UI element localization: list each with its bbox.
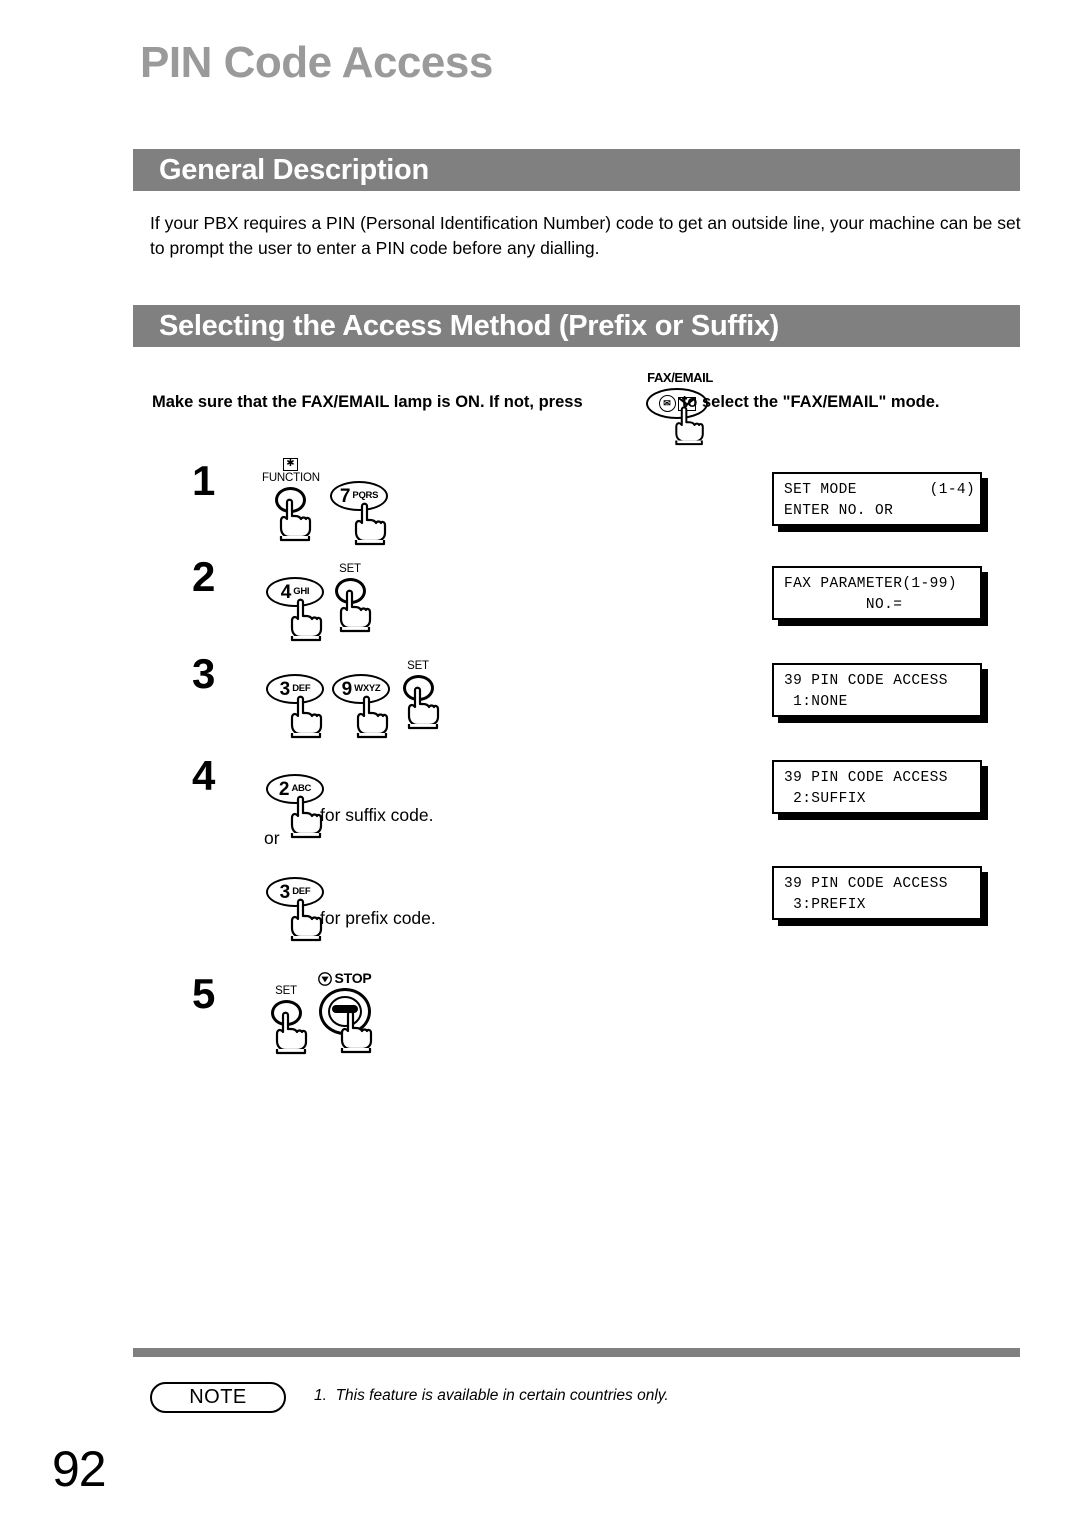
- note-badge-label: NOTE: [189, 1386, 247, 1408]
- stop-key[interactable]: STOP: [308, 970, 382, 1056]
- lcd-line-2: NO.=: [784, 597, 903, 613]
- fax-email-key[interactable]: FAX/EMAIL ✉: [630, 370, 730, 446]
- lcd-line-1: 39 PIN CODE ACCESS: [784, 673, 948, 689]
- stop-triangle-icon: [318, 972, 333, 987]
- step-number-4: 4: [192, 752, 216, 799]
- function-key-label: FUNCTION: [262, 472, 320, 484]
- key-3-def[interactable]: 3 DEF: [266, 665, 324, 739]
- suffix-caption: for suffix code.: [320, 805, 434, 825]
- lcd-line-2: 2:SUFFIX: [784, 791, 866, 807]
- lcd-display-step3: 39 PIN CODE ACCESS 1:NONE: [772, 663, 982, 717]
- lcd-display-step4-prefix: 39 PIN CODE ACCESS 3:PREFIX: [772, 866, 982, 920]
- pointing-hand-icon: [675, 406, 704, 446]
- note-item: 1. This feature is available in certain …: [314, 1387, 669, 1405]
- lcd-display-step2: FAX PARAMETER(1-99) NO.=: [772, 566, 982, 620]
- stop-key-label: STOP: [308, 970, 382, 987]
- intro-instruction: Make sure that the FAX/EMAIL lamp is ON.…: [152, 393, 940, 412]
- intro-text-before: Make sure that the FAX/EMAIL lamp is ON.…: [152, 393, 583, 412]
- lcd-line-2: 1:NONE: [784, 694, 848, 710]
- section-header-label: General Description: [159, 153, 429, 186]
- asterisk-icon: ✱: [283, 458, 298, 471]
- key-7-pqrs[interactable]: 7 PQRS: [330, 472, 388, 546]
- pointing-hand-icon: [339, 589, 372, 633]
- section-header-selecting-access-method: Selecting the Access Method (Prefix or S…: [133, 305, 1020, 347]
- page-number: 92: [52, 1441, 107, 1497]
- step-number-5: 5: [192, 970, 216, 1017]
- or-separator: or: [264, 828, 280, 848]
- pointing-hand-icon: [290, 695, 323, 739]
- stop-key-text: STOP: [334, 970, 372, 986]
- section-header-label: Selecting the Access Method (Prefix or S…: [159, 309, 780, 342]
- set-key[interactable]: SET: [258, 985, 314, 1059]
- set-key-label: SET: [339, 563, 361, 575]
- pointing-hand-icon: [340, 1010, 373, 1054]
- stop-key-bar: [332, 1005, 358, 1013]
- note-badge: NOTE: [150, 1382, 286, 1413]
- step-number-1: 1: [192, 457, 216, 504]
- key-9-wxyz[interactable]: 9 WXYZ: [332, 665, 390, 739]
- page-title: PIN Code Access: [140, 38, 493, 87]
- set-key-label: SET: [407, 660, 429, 672]
- lcd-display-step1: SET MODE (1-4) ENTER NO. OR: [772, 472, 982, 526]
- lcd-line-2: 3:PREFIX: [784, 897, 866, 913]
- lcd-line-1: FAX PARAMETER(1-99): [784, 576, 957, 592]
- section-header-general-description: General Description: [133, 149, 1020, 191]
- key-4-ghi[interactable]: 4 GHI: [266, 568, 324, 642]
- lcd-line-2: ENTER NO. OR: [784, 503, 894, 519]
- prefix-caption: for prefix code.: [320, 908, 436, 928]
- function-key[interactable]: ✱ FUNCTION: [262, 458, 320, 546]
- lcd-display-step4-suffix: 39 PIN CODE ACCESS 2:SUFFIX: [772, 760, 982, 814]
- step-number-3: 3: [192, 650, 216, 697]
- lcd-line-1: SET MODE (1-4): [784, 482, 976, 498]
- set-key[interactable]: SET: [390, 660, 446, 734]
- key-3-def[interactable]: 3 DEF: [266, 868, 324, 942]
- footer-divider: [133, 1348, 1020, 1357]
- note-item-text: This feature is available in certain cou…: [335, 1387, 669, 1404]
- pointing-hand-icon: [354, 502, 387, 546]
- lcd-line-1: 39 PIN CODE ACCESS: [784, 876, 948, 892]
- step-number-2: 2: [192, 553, 216, 600]
- lcd-line-1: 39 PIN CODE ACCESS: [784, 770, 948, 786]
- fax-email-key-label: FAX/EMAIL: [647, 370, 713, 385]
- set-key[interactable]: SET: [322, 563, 378, 637]
- general-description-paragraph: If your PBX requires a PIN (Personal Ide…: [150, 213, 1021, 258]
- note-item-number: 1.: [314, 1387, 327, 1404]
- set-key-label: SET: [275, 985, 297, 997]
- pointing-hand-icon: [279, 498, 312, 542]
- pointing-hand-icon: [407, 686, 440, 730]
